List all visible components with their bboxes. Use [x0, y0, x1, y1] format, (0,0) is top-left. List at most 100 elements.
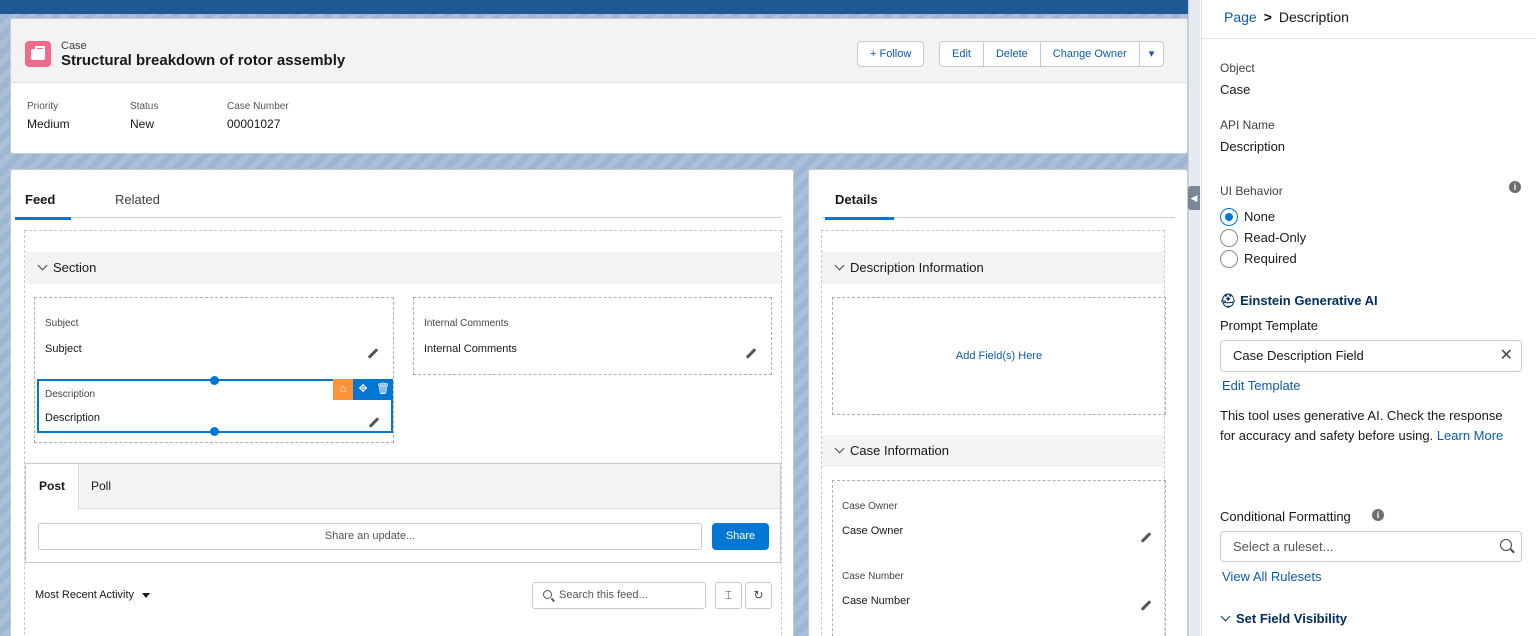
object-value: Case	[1220, 82, 1251, 97]
object-label: Case	[61, 40, 87, 52]
case-icon	[25, 41, 51, 67]
builder-canvas: Case Structural breakdown of rotor assem…	[0, 0, 1200, 636]
edit-template-link[interactable]: Edit Template	[1222, 378, 1301, 393]
ruleset-search-input[interactable]: Select a ruleset...	[1220, 531, 1522, 562]
einstein-title-text: Einstein Generative AI	[1240, 293, 1378, 308]
canvas-scroll-strip	[1188, 0, 1200, 636]
prompt-template-label: Prompt Template	[1220, 318, 1319, 333]
info-icon[interactable]: i	[1372, 509, 1384, 521]
highlight-label: Status	[130, 101, 159, 112]
breadcrumb-current: Description	[1278, 9, 1349, 25]
prompt-template-value: Case Description Field	[1233, 348, 1364, 363]
share-update-input[interactable]: Share an update...	[38, 523, 702, 550]
search-icon	[543, 590, 552, 599]
radio-required[interactable]: Required	[1220, 250, 1297, 268]
clear-icon[interactable]: ✕	[1500, 341, 1513, 371]
record-header[interactable]: Case Structural breakdown of rotor assem…	[10, 18, 1188, 154]
canvas-top-band	[0, 0, 1200, 14]
highlight-value: New	[130, 117, 155, 131]
caret-down-icon	[142, 592, 151, 598]
set-field-visibility-title: Set Field Visibility	[1236, 611, 1348, 626]
section-header-case-information[interactable]: Case Information	[822, 435, 1164, 467]
tab-feed[interactable]: Feed	[14, 192, 72, 220]
section-header-description-information[interactable]: Description Information	[822, 252, 1164, 284]
share-button[interactable]: Share	[712, 523, 769, 550]
einstein-icon: ⛑	[1220, 293, 1237, 308]
feed-search-placeholder: Search this feed...	[559, 589, 648, 601]
field-value-internal-comments[interactable]: Internal Comments	[424, 343, 517, 355]
resize-handle-bottom[interactable]	[210, 427, 219, 436]
edit-button[interactable]: Edit	[939, 41, 984, 67]
set-field-visibility-section[interactable]: Set Field Visibility	[1220, 611, 1348, 626]
field-value-subject[interactable]: Subject	[45, 343, 82, 355]
view-all-rulesets-link[interactable]: View All Rulesets	[1222, 569, 1321, 584]
follow-button[interactable]: + Follow	[857, 41, 925, 67]
move-icon[interactable]: ✥	[353, 379, 373, 400]
breadcrumb: Page > Description	[1224, 9, 1349, 25]
highlight-label: Priority	[27, 101, 59, 112]
section-header[interactable]: Section	[25, 252, 781, 284]
object-label: Object	[1220, 61, 1255, 75]
section-title: Description Information	[850, 260, 984, 275]
section-title: Case Information	[850, 443, 949, 458]
tab-related[interactable]: Related	[115, 192, 160, 207]
divider	[1202, 38, 1536, 39]
field-label-subject: Subject	[45, 318, 79, 329]
info-icon[interactable]: i	[1509, 181, 1521, 193]
details-tab-bar: Details	[822, 190, 1175, 220]
internal-comments-field[interactable]	[413, 297, 772, 375]
add-fields-placeholder[interactable]: Add Field(s) Here	[832, 297, 1166, 415]
chevron-down-icon	[1220, 611, 1231, 622]
delete-button[interactable]: Delete	[983, 41, 1041, 67]
refresh-button[interactable]: ↻	[745, 582, 772, 609]
highlight-value: Medium	[27, 117, 70, 131]
conditional-formatting-label: Conditional Formatting	[1220, 509, 1351, 524]
tab-content-dropzone: Section Subject Subject Internal Comment…	[24, 230, 782, 636]
highlight-priority: Priority Medium	[27, 101, 70, 131]
breadcrumb-page-link[interactable]: Page	[1224, 9, 1257, 25]
more-actions-button[interactable]: ▾	[1139, 41, 1165, 67]
change-owner-button[interactable]: Change Owner	[1040, 41, 1140, 67]
details-dropzone: Description Information Add Field(s) Her…	[821, 230, 1166, 636]
ai-pencil-icon	[368, 417, 380, 428]
action-button-group: Edit Delete Change Owner ▾	[939, 41, 1165, 67]
highlight-value: 00001027	[227, 117, 281, 131]
ai-disclaimer: This tool uses generative AI. Check the …	[1220, 406, 1510, 446]
api-name-label: API Name	[1220, 118, 1275, 132]
search-icon	[1500, 539, 1512, 551]
field-label-internal-comments: Internal Comments	[424, 318, 509, 329]
filter-button[interactable]: ⌶	[715, 582, 742, 609]
resize-handle-top[interactable]	[210, 376, 219, 385]
learn-more-link[interactable]: Learn More	[1437, 428, 1503, 443]
api-name-value: Description	[1220, 139, 1286, 154]
field-value-case-number[interactable]: Case Number	[842, 595, 910, 607]
tab-details[interactable]: Details	[825, 192, 894, 220]
collapse-panel-button[interactable]: ◀	[1188, 186, 1200, 210]
radio-read-only[interactable]: Read-Only	[1220, 229, 1306, 247]
field-value-case-owner[interactable]: Case Owner	[842, 525, 903, 537]
einstein-icon[interactable]: ⌂	[333, 379, 353, 400]
ui-behavior-label: UI Behavior	[1220, 184, 1283, 198]
section-title: Section	[53, 260, 97, 275]
radio-none[interactable]: None	[1220, 208, 1275, 226]
field-value-description[interactable]: Description	[45, 412, 100, 424]
ruleset-placeholder: Select a ruleset...	[1233, 539, 1334, 554]
record-header-top: Case Structural breakdown of rotor assem…	[11, 19, 1187, 83]
highlight-case-number: Case Number 00001027	[227, 101, 289, 131]
tab-poll[interactable]: Poll	[78, 464, 124, 509]
field-toolbar: ⌂ ✥ 🗑	[333, 379, 393, 400]
details-card[interactable]: Details Description Information Add Fiel…	[808, 169, 1188, 636]
main-tabs-card[interactable]: Feed Related Section Subject Subject Int…	[10, 169, 794, 636]
prompt-template-combobox[interactable]: Case Description Field ✕	[1220, 340, 1522, 372]
chevron-down-icon	[834, 443, 845, 454]
feed-search-input[interactable]: Search this feed...	[532, 582, 706, 609]
tab-post[interactable]: Post	[26, 464, 80, 510]
description-field-selected[interactable]: ⌂ ✥ 🗑 Description Description	[37, 376, 393, 436]
chevron-down-icon	[834, 260, 845, 271]
delete-icon[interactable]: 🗑	[373, 379, 393, 400]
breadcrumb-separator: >	[1263, 9, 1272, 25]
feed-sort-dropdown[interactable]: Most Recent Activity	[35, 589, 151, 601]
feed-sort-label: Most Recent Activity	[35, 589, 135, 601]
chevron-down-icon	[37, 260, 48, 271]
property-panel: Page > Description Object Case API Name De…	[1201, 0, 1536, 636]
